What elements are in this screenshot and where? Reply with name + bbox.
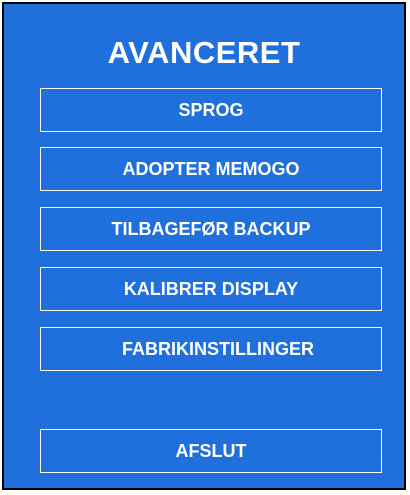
advanced-settings-panel: AVANCERET SPROG ADOPTER MEMOGO TILBAGEFØ… [2,2,406,490]
exit-button[interactable]: AFSLUT [40,429,382,473]
language-button-label: SPROG [178,99,244,120]
language-button[interactable]: SPROG [40,88,382,132]
calibrate-display-button-label: KALIBRER DISPLAY [123,278,299,299]
factory-settings-button-label: FABRIKINSTILLINGER [122,338,314,359]
adopt-memogo-button[interactable]: ADOPTER MEMOGO [40,147,382,191]
restore-backup-button[interactable]: TILBAGEFØR BACKUP [40,207,382,251]
restore-backup-button-label: TILBAGEFØR BACKUP [111,218,311,239]
exit-button-label: AFSLUT [175,440,247,461]
screen-title: AVANCERET [107,35,301,70]
adopt-memogo-button-label: ADOPTER MEMOGO [122,158,300,179]
calibrate-display-button[interactable]: KALIBRER DISPLAY [40,267,382,311]
factory-settings-button[interactable]: FABRIKINSTILLINGER [40,327,382,371]
